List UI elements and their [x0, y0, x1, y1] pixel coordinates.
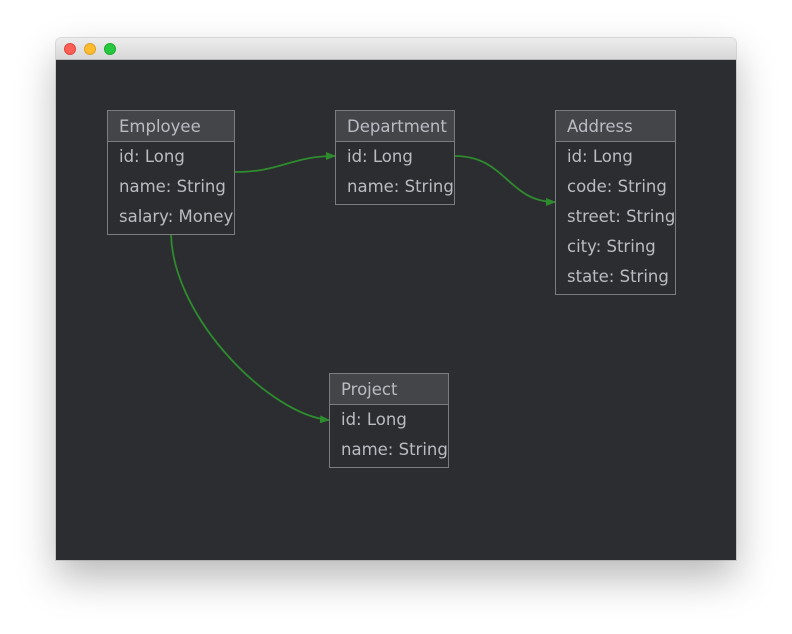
entity-title: Project — [330, 374, 448, 405]
field-street: street: String — [567, 207, 676, 226]
minimize-window-button[interactable] — [84, 43, 96, 55]
field-name: name: String — [347, 177, 454, 196]
field-id: id: Long — [347, 147, 413, 166]
entity-address[interactable]: Address id: Long code: String street: St… — [555, 110, 676, 295]
field-name: name: String — [119, 177, 226, 196]
entity-title: Employee — [108, 111, 234, 142]
close-window-button[interactable] — [64, 43, 76, 55]
entity-department[interactable]: Department id: Long name: String — [335, 110, 455, 205]
field-name: name: String — [341, 440, 448, 459]
field-city: city: String — [567, 237, 656, 256]
entity-title: Department — [336, 111, 454, 142]
entity-project[interactable]: Project id: Long name: String — [329, 373, 449, 468]
edge-department-to-address — [454, 155, 556, 206]
app-window: Employee id: Long name: String salary: M… — [56, 38, 736, 560]
entity-title: Address — [556, 111, 675, 142]
field-id: id: Long — [341, 410, 407, 429]
zoom-window-button[interactable] — [104, 43, 116, 55]
field-state: state: String — [567, 267, 669, 286]
edge-employee-to-department — [234, 152, 336, 173]
field-salary: salary: Money — [119, 207, 234, 226]
diagram-canvas[interactable]: Employee id: Long name: String salary: M… — [56, 60, 736, 560]
field-id: id: Long — [567, 147, 633, 166]
entity-employee[interactable]: Employee id: Long name: String salary: M… — [107, 110, 235, 235]
field-code: code: String — [567, 177, 667, 196]
edge-employee-to-project — [170, 234, 330, 424]
field-id: id: Long — [119, 147, 185, 166]
title-bar[interactable] — [56, 38, 736, 60]
